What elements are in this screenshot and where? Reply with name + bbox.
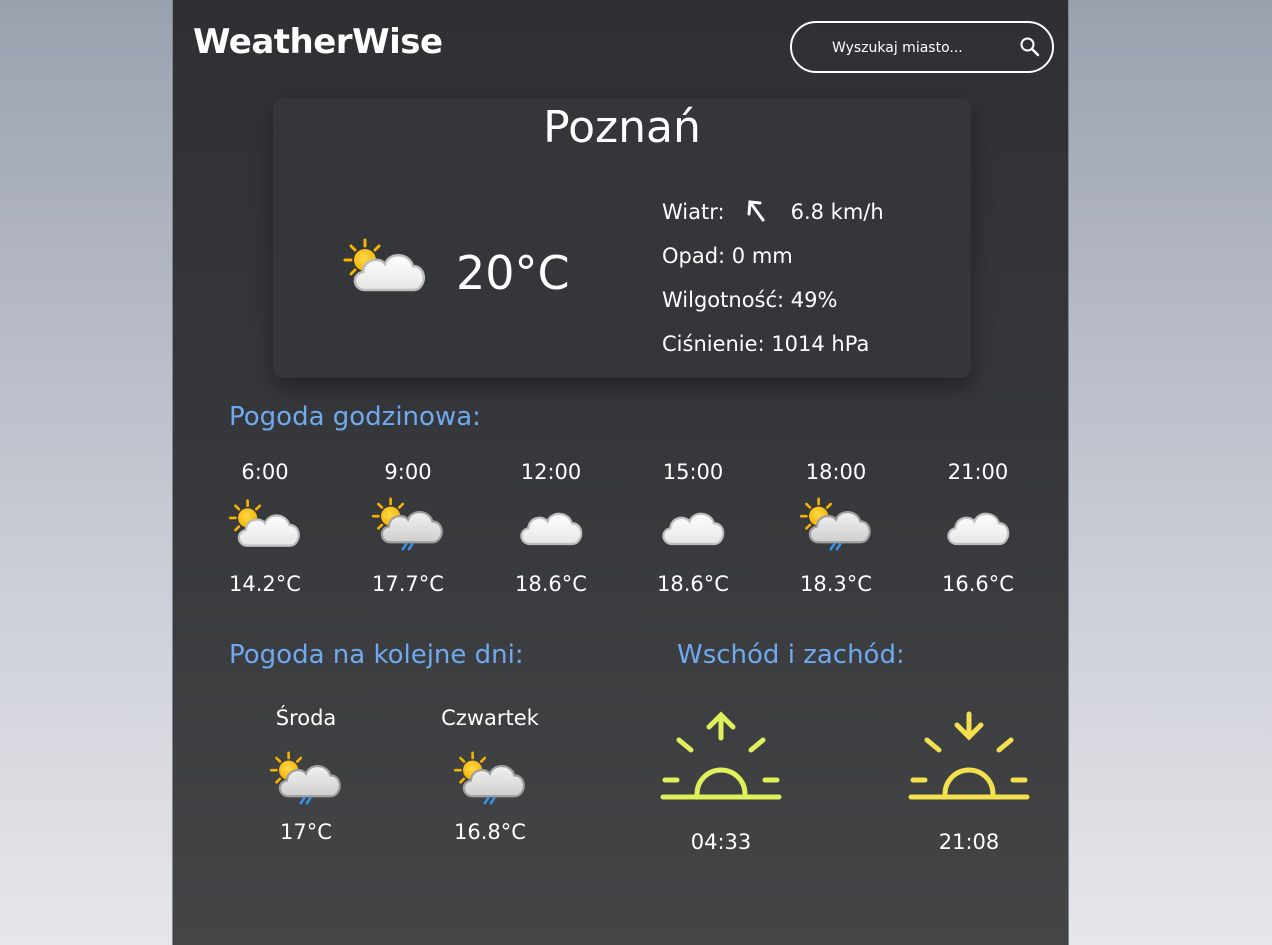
hour-temperature: 16.6°C [942,572,1014,596]
partly-cloudy-icon [343,238,426,292]
hour-time: 12:00 [520,460,582,484]
sunrise-icon [660,711,782,800]
humidity-row: Wilgotność: 49% [662,288,838,312]
hourly-item: 18:00 18.3°C [781,458,891,598]
search-icon[interactable] [1018,35,1042,59]
hourly-item: 9:00 17.7°C [353,458,463,598]
city-name: Poznań [543,102,701,153]
daily-item: Czwartek 16.8°C [425,704,555,846]
sun-title: Wschód i zachód: [677,640,905,670]
app-logo: WeatherWise [193,22,443,62]
hourly-item: 12:00 18.6°C [496,458,606,598]
partly-cloudy-icon [228,499,300,547]
day-name: Środa [275,706,337,730]
hourly-item: 6:00 14.2°C [210,458,320,598]
wind-label: Wiatr: [662,200,725,224]
hourly-title: Pogoda godzinowa: [229,402,481,432]
cloud-icon [947,512,1010,546]
app-window: WeatherWise Poznań 20°C Wiatr: 6 [172,0,1069,945]
sun-cloud-rain-icon [269,751,341,805]
hour-temperature: 18.3°C [800,572,872,596]
wind-speed: 6.8 km/h [790,200,884,224]
cloud-icon [662,512,725,546]
day-name: Czwartek [441,706,539,730]
hour-time: 18:00 [805,460,867,484]
hour-temperature: 17.7°C [372,572,444,596]
day-temperature: 17°C [280,820,332,844]
search-input[interactable] [830,35,1014,61]
sunset-block: 21:08 [904,710,1034,856]
weather-details: Wiatr: 6.8 km/h Opad: 0 mm Wilgotność: 4… [662,198,884,374]
day-temperature: 16.8°C [454,820,526,844]
hourly-item: 15:00 18.6°C [638,458,748,598]
cloud-icon [520,512,583,546]
hour-time: 9:00 [384,460,432,484]
wind-row: Wiatr: 6.8 km/h [662,198,884,242]
sunrise-time: 04:33 [690,830,752,854]
pressure-row: Ciśnienie: 1014 hPa [662,332,870,356]
precip-row: Opad: 0 mm [662,244,793,268]
hour-time: 21:00 [947,460,1009,484]
hourly-item: 21:00 16.6°C [923,458,1033,598]
sun-cloud-rain-icon [371,497,443,551]
hour-time: 6:00 [241,460,289,484]
hour-temperature: 14.2°C [229,572,301,596]
sunset-icon [908,711,1030,800]
current-weather-card: Poznań 20°C Wiatr: 6.8 km/h Opad: 0 mm W… [273,98,971,378]
sun-cloud-rain-icon [453,751,525,805]
hour-temperature: 18.6°C [657,572,729,596]
hour-temperature: 18.6°C [515,572,587,596]
daily-title: Pogoda na kolejne dni: [229,640,524,670]
hour-time: 15:00 [662,460,724,484]
sunrise-block: 04:33 [656,710,786,856]
wind-direction-arrow-icon [747,200,765,222]
current-temperature: 20°C [456,246,570,300]
sun-cloud-rain-icon [799,497,871,551]
sunset-time: 21:08 [938,830,1000,854]
daily-item: Środa 17°C [241,704,371,846]
search-box[interactable] [790,21,1054,73]
